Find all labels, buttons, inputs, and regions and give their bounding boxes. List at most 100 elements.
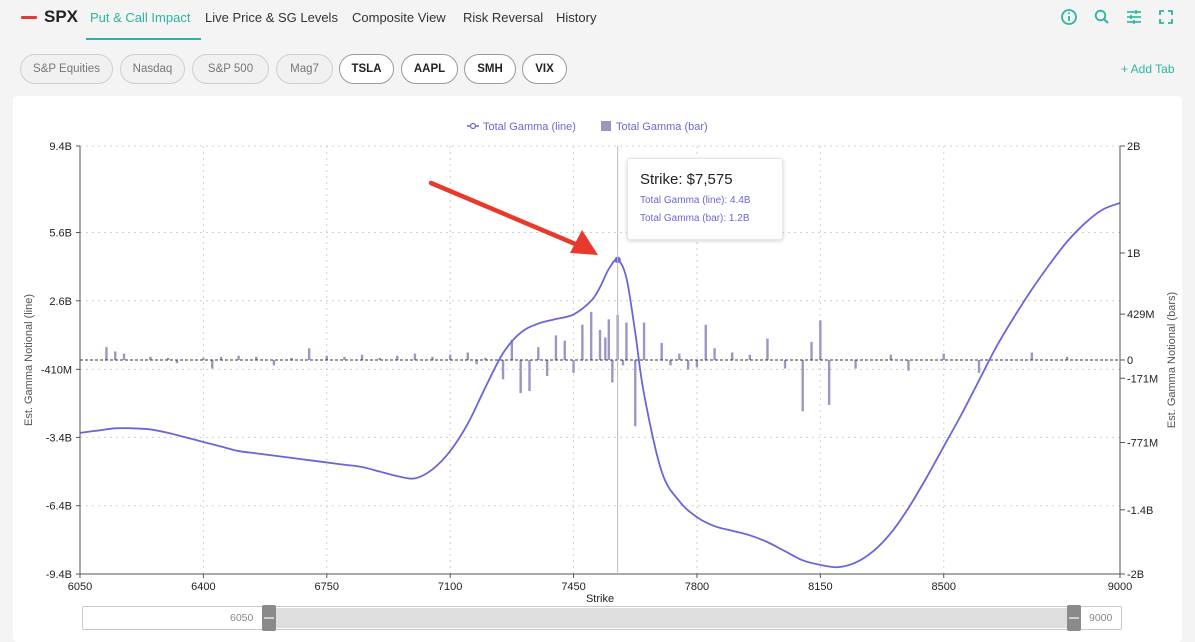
left-tick-label: -6.4B [46, 501, 72, 513]
gamma-bar [669, 360, 672, 366]
right-tick-label: -171M [1127, 373, 1158, 385]
gamma-bar [907, 360, 910, 371]
gamma-bar [810, 341, 813, 360]
left-tick-label: 5.6B [49, 228, 72, 240]
gamma-bar [1030, 352, 1034, 360]
gamma-bar [528, 360, 531, 392]
chart-axes: 9.4B 5.6B 2.6B -410M -3.4B -6.4B -9.4B 2B 1B 429M… [23, 121, 1178, 605]
gamma-bar [475, 360, 478, 365]
line-series [79, 202, 1121, 569]
right-tick-label: -771M [1127, 437, 1158, 449]
gamma-bar [554, 335, 558, 360]
gamma-bar [607, 319, 611, 360]
left-tick-label: -3.4B [46, 432, 72, 444]
range-max-handle[interactable] [1067, 605, 1081, 631]
chart-legend: Total Gamma (line) Total Gamma (bar) [467, 121, 708, 133]
tooltip-title: Strike: $7,575 [640, 171, 733, 188]
bottom-tick-label: 8150 [808, 581, 832, 593]
gamma-bar [581, 324, 584, 360]
y-axis-label: Est. Gamma Notional (line) [23, 294, 35, 426]
left-tick-label: -410M [41, 364, 72, 376]
gamma-bar [642, 322, 646, 360]
chart-tooltip: Strike: $7,575 Total Gamma (line): 4.4B … [627, 158, 783, 240]
gamma-bar [854, 360, 857, 369]
gamma-bar [545, 360, 549, 377]
gamma-bar [660, 342, 663, 360]
right-tick-label: -1.4B [1127, 505, 1153, 517]
gamma-bar [695, 360, 699, 368]
gamma-bar [272, 360, 276, 366]
range-min-handle[interactable] [262, 605, 276, 631]
legend-item-line: Total Gamma (line) [483, 121, 576, 133]
bottom-tick-label: 6050 [68, 581, 92, 593]
bottom-tick-label: 9000 [1108, 581, 1132, 593]
right-tick-label: 2B [1127, 141, 1140, 153]
tooltip-bar-value: Total Gamma (bar): 1.2B [640, 213, 750, 224]
gamma-bar [621, 360, 625, 366]
gamma-bar [889, 354, 893, 360]
gamma-bar [589, 311, 593, 360]
gamma-bar [360, 354, 364, 360]
left-tick-label: 2.6B [49, 296, 72, 308]
legend-line-marker [469, 122, 477, 130]
gamma-bar [519, 360, 522, 394]
red-arrow-annotation [428, 180, 598, 255]
gamma-bar [942, 353, 945, 360]
gamma-bar [611, 360, 614, 383]
gamma-bar [105, 347, 108, 360]
bottom-tick-label: 7800 [685, 581, 709, 593]
tooltip-line-value: Total Gamma (line): 4.4B [640, 195, 751, 206]
gamma-bar [307, 348, 311, 360]
y2-axis-label: Est. Gamma Notional (bars) [1166, 292, 1178, 428]
gamma-bar [325, 355, 328, 360]
bottom-tick-label: 6750 [315, 581, 339, 593]
left-tick-label: -9.4B [46, 569, 72, 581]
bottom-tick-label: 6400 [191, 581, 215, 593]
gamma-bar [237, 355, 240, 360]
gamma-bar [827, 360, 831, 405]
range-slider[interactable]: 6050 9000 [82, 605, 1122, 631]
bottom-tick-label: 8500 [931, 581, 955, 593]
gamma-bar [748, 354, 752, 360]
gamma-bar [211, 360, 214, 369]
gamma-chart: 9.4B 5.6B 2.6B -410M -3.4B -6.4B -9.4B 2B 1B 429M… [23, 121, 1178, 605]
gamma-bar [731, 352, 734, 360]
gamma-bar [704, 324, 707, 360]
gamma-bar [604, 337, 607, 360]
x-axis-label: Strike [586, 593, 614, 605]
gamma-bar [114, 351, 117, 360]
gamma-bar [977, 360, 981, 373]
gamma-bar [819, 320, 822, 360]
gamma-bar [466, 352, 469, 360]
gamma-bar [396, 355, 399, 360]
right-tick-label: 1B [1127, 248, 1140, 260]
right-tick-label: 429M [1127, 309, 1155, 321]
gamma-bar [783, 360, 787, 369]
gamma-bar [625, 322, 628, 360]
gamma-bar [501, 360, 505, 380]
total-gamma-line [79, 202, 1121, 569]
gamma-bar [448, 354, 452, 360]
bottom-tick-label: 7100 [438, 581, 462, 593]
legend-bar-swatch [601, 121, 611, 131]
gamma-bar [537, 347, 540, 360]
gamma-bar [572, 360, 575, 373]
right-tick-label: -2B [1127, 569, 1144, 581]
bottom-tick-label: 7450 [561, 581, 585, 593]
gamma-bar [713, 348, 716, 360]
left-tick-label: 9.4B [49, 141, 72, 153]
legend-item-bar: Total Gamma (bar) [616, 121, 708, 133]
gamma-bar [766, 338, 769, 360]
gamma-bar [634, 360, 637, 427]
range-max-label: 9000 [1089, 612, 1113, 624]
range-slider-selection[interactable] [266, 608, 1072, 628]
chart-annotations [428, 146, 619, 574]
arrow-shaft [428, 180, 583, 249]
gamma-bar [801, 360, 804, 412]
gamma-bar [563, 340, 566, 360]
gamma-bar [122, 353, 126, 360]
gamma-bar [686, 360, 690, 370]
gamma-bar [678, 353, 681, 360]
right-tick-label: 0 [1127, 355, 1133, 367]
gamma-bar [598, 330, 602, 360]
